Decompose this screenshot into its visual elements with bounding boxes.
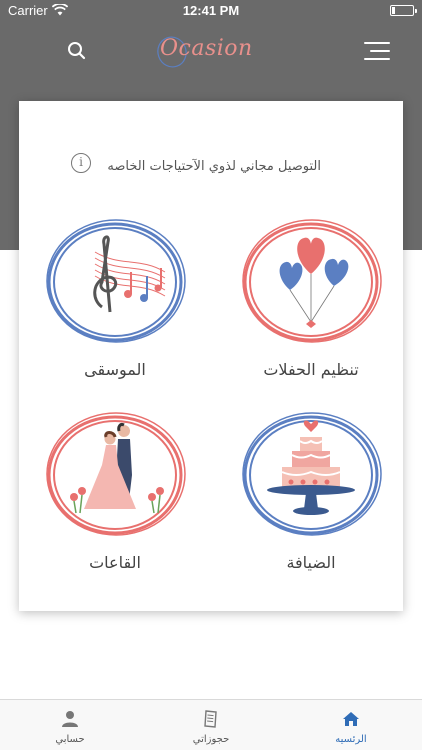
service-music-label: الموسقى [84, 360, 146, 379]
status-bar: Carrier 12:41 PM [0, 0, 422, 22]
brand-logo: Ocasion [150, 30, 272, 76]
user-icon [62, 711, 78, 727]
tab-bookings-label: حجوزاتي [192, 734, 230, 745]
menu-line [364, 42, 390, 44]
balloons-icon [242, 219, 382, 343]
tab-bookings[interactable]: حجوزاتي [141, 700, 281, 750]
cake-icon [242, 412, 382, 536]
tab-home[interactable]: الرئسيه [281, 700, 421, 750]
menu-button[interactable] [360, 38, 390, 64]
search-button[interactable] [64, 38, 90, 64]
battery-icon [390, 5, 417, 16]
tab-account-label: حسابي [55, 734, 85, 745]
service-catering[interactable]: الضيافة [231, 405, 391, 585]
home-icon [343, 712, 359, 726]
search-icon [68, 42, 86, 60]
services-card: i التوصيل مجاني لذوي الآحتياجات الخاصه ا… [19, 101, 403, 611]
wedding-couple-icon [46, 412, 186, 536]
service-parties-label: تنظيم الحفلات [263, 360, 359, 379]
service-catering-label: الضيافة [286, 553, 336, 572]
menu-line [370, 50, 390, 52]
service-halls[interactable]: القاعات [35, 405, 195, 585]
tab-home-label: الرئسيه [335, 734, 367, 745]
brand-name: Ocasion [160, 36, 253, 61]
tab-bar: الرئسيه حجوزاتي حسابي [0, 699, 422, 750]
info-icon[interactable]: i [71, 153, 91, 173]
service-music[interactable]: الموسقى [35, 212, 195, 392]
receipt-icon [204, 710, 217, 728]
notice-text: التوصيل مجاني لذوي الآحتياجات الخاصه [107, 159, 321, 174]
service-halls-label: القاعات [89, 553, 141, 572]
tab-account[interactable]: حسابي [0, 700, 140, 750]
free-delivery-notice: i التوصيل مجاني لذوي الآحتياجات الخاصه [71, 153, 321, 179]
service-parties[interactable]: تنظيم الحفلات [231, 212, 391, 392]
top-navigation: Ocasion [0, 22, 422, 82]
menu-line [364, 58, 390, 60]
music-notes-icon [46, 219, 186, 343]
clock: 12:41 PM [182, 3, 240, 18]
